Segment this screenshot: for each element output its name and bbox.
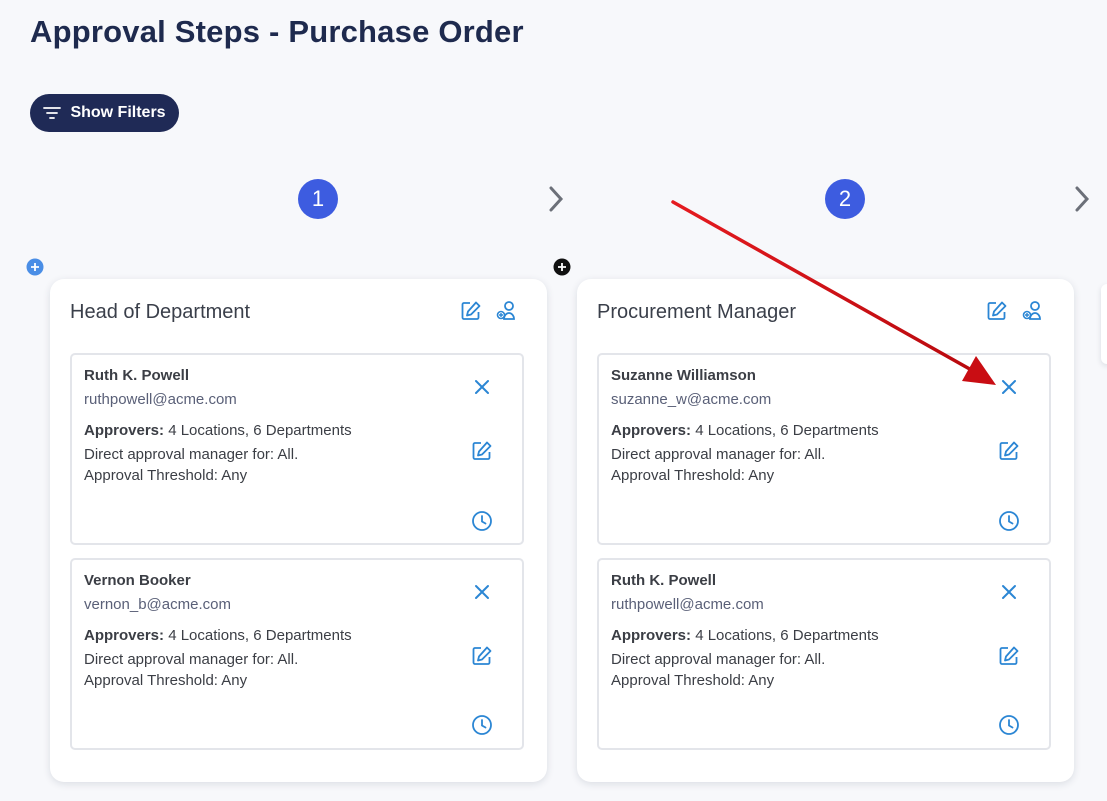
approvers-value: 4 Locations, 6 Departments	[695, 627, 879, 644]
approver-item: Ruth K. Powell ruthpowell@acme.com Appro…	[70, 353, 524, 545]
direct-manager-text: Direct approval manager for: All.	[611, 651, 826, 668]
approver-email: vernon_b@acme.com	[84, 596, 231, 613]
approver-name: Vernon Booker	[84, 572, 191, 589]
next-step-card-edge	[1101, 284, 1107, 364]
threshold-text: Approval Threshold: Any	[84, 467, 248, 484]
show-filters-button[interactable]: Show Filters	[30, 94, 179, 132]
edit-icon[interactable]	[471, 440, 493, 462]
edit-icon[interactable]	[998, 440, 1020, 462]
approvers-summary: Approvers: 4 Locations, 6 Departments	[611, 422, 879, 439]
approver-item: Suzanne Williamson suzanne_w@acme.com Ap…	[597, 353, 1051, 545]
plus-circle-icon[interactable]	[553, 258, 571, 276]
add-user-icon[interactable]	[496, 300, 518, 322]
add-user-icon[interactable]	[1022, 300, 1044, 322]
threshold-text: Approval Threshold: Any	[611, 467, 775, 484]
approvers-summary: Approvers: 4 Locations, 6 Departments	[84, 627, 352, 644]
approver-name: Ruth K. Powell	[611, 572, 716, 589]
direct-manager-text: Direct approval manager for: All.	[611, 446, 826, 463]
close-icon[interactable]	[998, 376, 1020, 398]
approver-email: ruthpowell@acme.com	[611, 596, 764, 613]
approvers-label: Approvers:	[84, 422, 165, 439]
approvers-value: 4 Locations, 6 Departments	[168, 422, 352, 439]
clock-icon[interactable]	[471, 510, 493, 532]
clock-icon[interactable]	[998, 510, 1020, 532]
clock-icon[interactable]	[471, 714, 493, 736]
chevron-right-icon[interactable]	[546, 184, 566, 214]
threshold-text: Approval Threshold: Any	[84, 672, 248, 689]
direct-manager-text: Direct approval manager for: All.	[84, 651, 299, 668]
approver-email: ruthpowell@acme.com	[84, 391, 237, 408]
plus-circle-icon[interactable]	[26, 258, 44, 276]
step-title: Head of Department	[70, 301, 251, 323]
edit-icon[interactable]	[471, 645, 493, 667]
filter-lines-icon	[43, 106, 62, 120]
step-number-2: 2	[825, 179, 865, 219]
chevron-right-icon[interactable]	[1072, 184, 1092, 214]
close-icon[interactable]	[998, 581, 1020, 603]
approver-name: Suzanne Williamson	[611, 367, 756, 384]
approvers-value: 4 Locations, 6 Departments	[168, 627, 352, 644]
approvers-label: Approvers:	[611, 422, 692, 439]
close-icon[interactable]	[471, 376, 493, 398]
close-icon[interactable]	[471, 581, 493, 603]
clock-icon[interactable]	[998, 714, 1020, 736]
approver-item: Ruth K. Powell ruthpowell@acme.com Appro…	[597, 558, 1051, 750]
approvers-summary: Approvers: 4 Locations, 6 Departments	[611, 627, 879, 644]
approver-item: Vernon Booker vernon_b@acme.com Approver…	[70, 558, 524, 750]
edit-icon[interactable]	[986, 300, 1008, 322]
approvers-label: Approvers:	[84, 627, 165, 644]
direct-manager-text: Direct approval manager for: All.	[84, 446, 299, 463]
page-title: Approval Steps - Purchase Order	[30, 14, 524, 49]
approvers-value: 4 Locations, 6 Departments	[695, 422, 879, 439]
approvers-summary: Approvers: 4 Locations, 6 Departments	[84, 422, 352, 439]
step-number-1: 1	[298, 179, 338, 219]
approval-step-card: Procurement Manager Suzanne Williamson s…	[577, 279, 1074, 782]
approver-name: Ruth K. Powell	[84, 367, 189, 384]
approver-email: suzanne_w@acme.com	[611, 391, 772, 408]
threshold-text: Approval Threshold: Any	[611, 672, 775, 689]
step-title: Procurement Manager	[597, 301, 796, 323]
show-filters-label: Show Filters	[70, 104, 166, 121]
edit-icon[interactable]	[460, 300, 482, 322]
approvers-label: Approvers:	[611, 627, 692, 644]
approval-step-card: Head of Department Ruth K. Powell ruthpo…	[50, 279, 547, 782]
edit-icon[interactable]	[998, 645, 1020, 667]
